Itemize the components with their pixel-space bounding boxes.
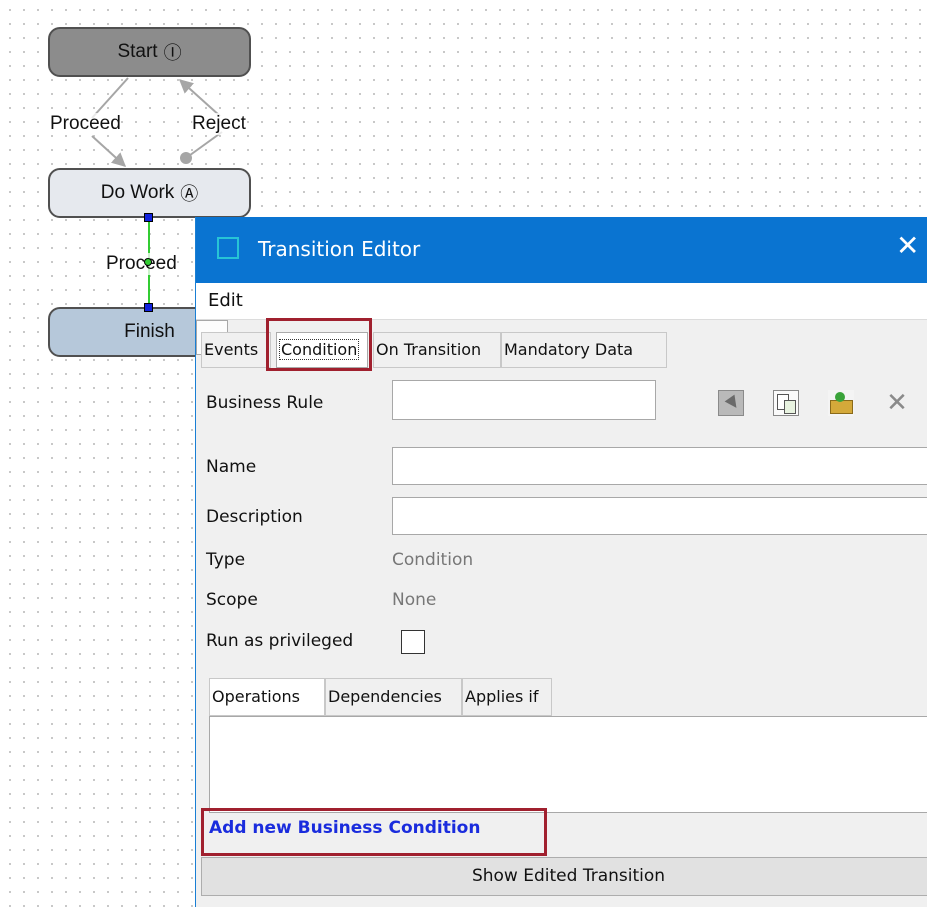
- reject-connector[interactable]: [185, 131, 223, 159]
- operations-panel[interactable]: [209, 716, 927, 813]
- show-edited-transition-button[interactable]: Show Edited Transition: [201, 857, 927, 896]
- dialog-title: Transition Editor: [258, 237, 421, 261]
- description-label: Description: [206, 507, 303, 527]
- subtab-operations-label: Operations: [212, 687, 300, 706]
- run-as-privileged-checkbox[interactable]: [401, 630, 425, 654]
- description-field[interactable]: [392, 497, 927, 535]
- type-label: Type: [206, 550, 246, 570]
- do-work-node-label: Do Work: [100, 182, 175, 203]
- start-node[interactable]: Start Ⓘ: [48, 27, 251, 77]
- tab-mandatory-data[interactable]: Mandatory Data: [501, 332, 667, 368]
- activity-marker-icon: Ⓐ: [180, 184, 199, 204]
- subtab-applies-if[interactable]: Applies if: [462, 678, 552, 716]
- type-value: Condition: [392, 550, 474, 570]
- subtab-operations[interactable]: Operations: [209, 678, 325, 716]
- proceed-label-start[interactable]: Proceed: [50, 113, 121, 135]
- menu-bar: Edit: [196, 283, 927, 320]
- start-node-label: Start: [117, 41, 158, 62]
- edit-icon[interactable]: [828, 390, 854, 416]
- start-marker-icon: Ⓘ: [163, 43, 182, 63]
- reject-connector-origin: [180, 152, 192, 164]
- finish-node-label: Finish: [124, 321, 175, 342]
- reject-label[interactable]: Reject: [192, 113, 246, 135]
- do-work-node[interactable]: Do Work Ⓐ: [48, 168, 251, 218]
- subtab-dependencies-label: Dependencies: [328, 687, 442, 706]
- proceed-connector-start-lower[interactable]: [91, 135, 127, 167]
- proceed-connector-start[interactable]: [91, 77, 129, 119]
- connector-handle-mid[interactable]: [144, 258, 152, 266]
- select-icon[interactable]: [718, 390, 744, 416]
- delete-icon[interactable]: ✕: [884, 390, 910, 416]
- subtab-applies-if-label: Applies if: [465, 687, 539, 706]
- business-rule-label: Business Rule: [206, 393, 324, 413]
- close-icon[interactable]: ✕: [896, 231, 919, 261]
- tab-events-label: Events: [204, 340, 259, 359]
- connector-handle-bottom[interactable]: [144, 303, 153, 312]
- proceed-label-dowork[interactable]: Proceed: [106, 253, 177, 275]
- scope-label: Scope: [206, 590, 258, 610]
- tab-events[interactable]: Events: [201, 332, 271, 368]
- copy-icon[interactable]: [773, 390, 799, 416]
- run-as-privileged-label: Run as privileged: [206, 631, 354, 651]
- window-app-icon: [217, 237, 239, 259]
- scope-value: None: [392, 590, 437, 610]
- name-field[interactable]: [392, 447, 927, 485]
- add-business-condition-link[interactable]: Add new Business Condition: [209, 818, 480, 838]
- tab-condition-label: Condition: [279, 339, 360, 360]
- tab-condition[interactable]: Condition: [276, 332, 368, 368]
- name-label: Name: [206, 457, 257, 477]
- tab-mandatory-data-label: Mandatory Data: [504, 340, 634, 359]
- tab-on-transition-label: On Transition: [376, 340, 482, 359]
- reject-connector-upper[interactable]: [178, 79, 221, 117]
- business-rule-input[interactable]: [392, 380, 656, 420]
- title-bar[interactable]: Transition Editor ✕: [196, 217, 927, 283]
- connector-handle-top[interactable]: [144, 213, 153, 222]
- subtab-dependencies[interactable]: Dependencies: [325, 678, 462, 716]
- menu-edit[interactable]: Edit: [208, 290, 243, 311]
- transition-editor-dialog: Transition Editor ✕ Edit Events Conditio…: [195, 217, 927, 907]
- tab-on-transition[interactable]: On Transition: [373, 332, 501, 368]
